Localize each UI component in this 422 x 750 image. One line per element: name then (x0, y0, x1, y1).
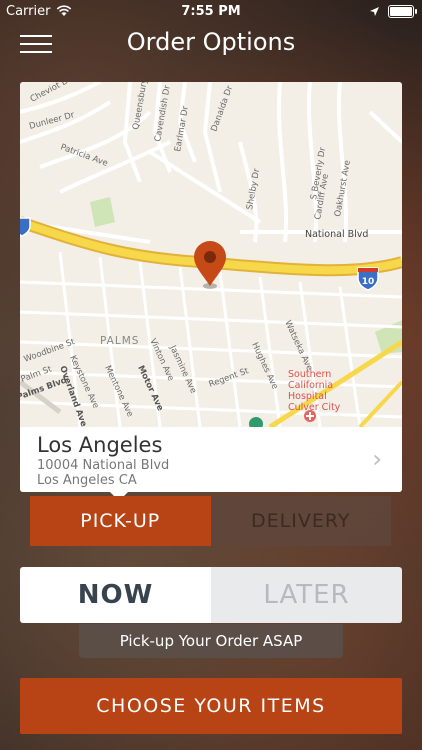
timing-later-button[interactable]: LATER (211, 567, 402, 623)
location-card: Cheviot Dr Dunleer Dr Patricia Ave Queen… (20, 82, 402, 492)
map-label-palms: PALMS (100, 335, 139, 347)
map-view[interactable]: Cheviot Dr Dunleer Dr Patricia Ave Queen… (20, 82, 402, 427)
timing-note: Pick-up Your Order ASAP (79, 624, 343, 658)
svg-text:10: 10 (362, 277, 375, 287)
location-arrow-icon (370, 6, 379, 16)
choose-items-button[interactable]: CHOOSE YOUR ITEMS (20, 678, 402, 734)
timing-toggle: NOW LATER (20, 567, 402, 623)
chevron-right-icon: › (372, 445, 382, 473)
location-name: Los Angeles (37, 433, 163, 457)
location-address-line1: 10004 National Blvd (37, 458, 170, 473)
status-time: 7:55 PM (181, 3, 241, 19)
hospital-icon (304, 410, 316, 422)
page-title: Order Options (126, 28, 296, 56)
tab-delivery[interactable]: DELIVERY (210, 496, 391, 546)
location-address-line2: Los Angeles CA (37, 473, 137, 488)
map-label-national: National Blvd (305, 229, 368, 240)
header: Order Options (0, 22, 422, 62)
battery-icon (388, 4, 417, 18)
order-type-tabs: PICK-UP DELIVERY (30, 496, 391, 546)
location-info-row[interactable]: Los Angeles 10004 National Blvd Los Ange… (20, 427, 402, 492)
status-bar: Carrier 7:55 PM (0, 0, 422, 22)
tab-pickup[interactable]: PICK-UP (30, 496, 211, 546)
timing-now-button[interactable]: NOW (20, 567, 211, 623)
